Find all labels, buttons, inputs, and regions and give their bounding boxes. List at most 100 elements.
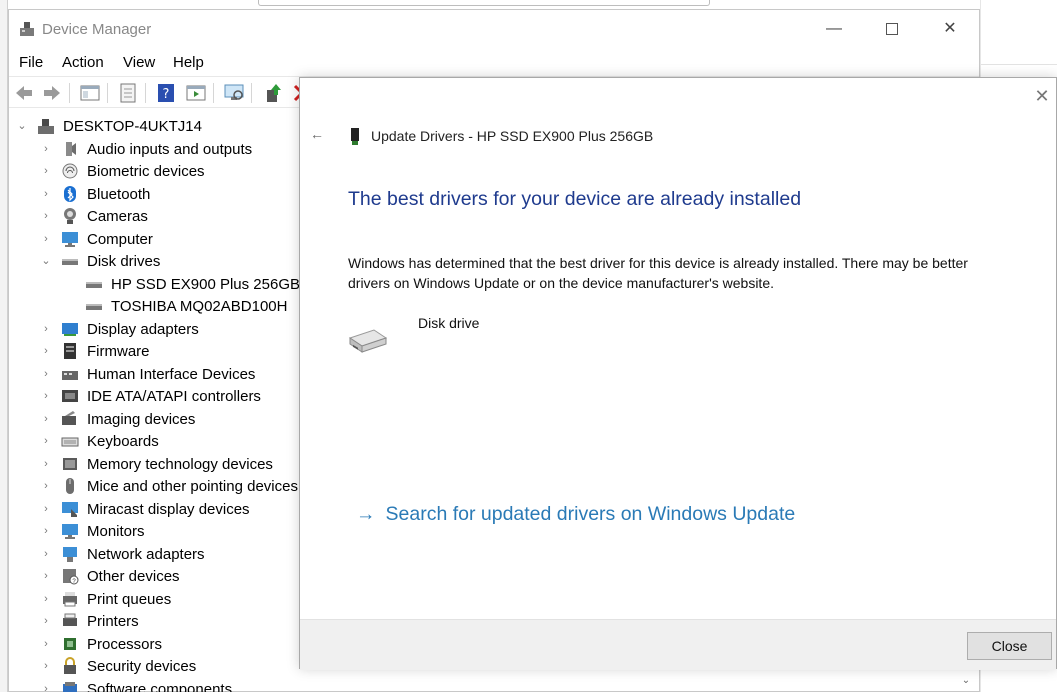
speaker-icon	[66, 141, 76, 156]
action-pane-icon[interactable]	[185, 82, 207, 104]
maximize-icon	[886, 22, 898, 35]
minimize-button[interactable]: —	[805, 10, 863, 50]
tree-category-label: Disk drives	[87, 253, 161, 270]
chevron-right-icon[interactable]: ›	[41, 498, 51, 520]
tree-category[interactable]: › Bluetooth	[9, 183, 309, 205]
tree-device-label: HP SSD EX900 Plus 256GB	[111, 275, 300, 293]
chevron-right-icon[interactable]: ›	[41, 228, 51, 250]
device-type-label: Disk drive	[418, 315, 480, 331]
forward-icon[interactable]	[41, 82, 63, 104]
print-queue-icon	[63, 591, 77, 606]
back-icon[interactable]	[13, 82, 35, 104]
tree-category[interactable]: › Imaging devices	[9, 408, 309, 430]
back-arrow-icon[interactable]: ←	[310, 126, 324, 142]
chevron-right-icon[interactable]: ›	[41, 408, 51, 430]
tree-category[interactable]: › Human Interface Devices	[9, 363, 309, 385]
tree-category[interactable]: › Cameras	[9, 205, 309, 227]
chevron-right-icon[interactable]: ›	[41, 520, 51, 542]
disk-drive-icon	[86, 281, 102, 288]
help-icon[interactable]: ?	[155, 82, 177, 104]
scroll-down-arrow[interactable]: ⌄	[959, 675, 973, 689]
tree-category[interactable]: › Memory technology devices	[9, 453, 309, 475]
tree-category[interactable]: › Network adapters	[9, 543, 309, 565]
chevron-down-icon[interactable]: ⌄	[41, 250, 51, 272]
chevron-right-icon[interactable]: ›	[41, 655, 51, 677]
tree-category[interactable]: › Computer	[9, 228, 309, 250]
disk-drive-icon	[348, 329, 388, 353]
tree-category-label: Memory technology devices	[87, 455, 273, 473]
chevron-right-icon[interactable]: ›	[41, 678, 51, 692]
chevron-right-icon[interactable]: ›	[41, 565, 51, 587]
toolbar-separator	[69, 83, 70, 103]
toolbar-separator	[107, 83, 108, 103]
tree-category[interactable]: › Monitors	[9, 520, 309, 542]
dialog-heading: The best drivers for your device are alr…	[348, 188, 802, 210]
tree-category[interactable]: › Security devices	[9, 655, 309, 677]
tree-category[interactable]: › Firmware	[9, 340, 309, 362]
mouse-icon	[66, 478, 74, 494]
chevron-right-icon[interactable]: ›	[41, 475, 51, 497]
menu-bar: File Action View Help	[9, 52, 979, 74]
disk-drive-icon	[86, 304, 102, 310]
tree-category[interactable]: › Miracast display devices	[9, 498, 309, 520]
tree-root-label: DESKTOP-4UKTJ14	[63, 118, 202, 135]
update-drivers-dialog: ✕ ← Update Drivers - HP SSD EX900 Plus 2…	[299, 77, 1057, 670]
scan-hardware-icon[interactable]	[223, 82, 245, 104]
keyboard-icon	[61, 437, 79, 447]
chevron-right-icon[interactable]: ›	[41, 205, 51, 227]
show-hide-console-tree-icon[interactable]	[79, 82, 101, 104]
tree-category[interactable]: › Mice and other pointing devices	[9, 475, 309, 497]
maximize-button[interactable]	[863, 10, 921, 50]
scanner-icon	[62, 410, 76, 425]
firmware-icon	[64, 343, 76, 359]
chevron-right-icon[interactable]: ›	[41, 453, 51, 475]
chevron-right-icon[interactable]: ›	[41, 363, 51, 385]
chevron-right-icon[interactable]: ›	[41, 318, 51, 340]
ide-controller-icon	[62, 390, 78, 402]
tree-category-label: Cameras	[87, 208, 148, 225]
tree-category[interactable]: › Printers	[9, 610, 309, 632]
tree-category[interactable]: › Biometric devices	[9, 160, 309, 182]
tree-category[interactable]: › Software components	[9, 678, 309, 692]
update-driver-icon[interactable]	[263, 82, 285, 104]
menu-file[interactable]: File	[19, 54, 43, 71]
tree-category[interactable]: ⌄ Disk drives	[9, 250, 309, 272]
chevron-down-icon[interactable]: ⌄	[17, 115, 27, 137]
title-bar[interactable]: Device Manager — ✕	[9, 10, 979, 50]
close-window-button[interactable]: ✕	[921, 10, 979, 50]
chevron-right-icon[interactable]: ›	[41, 183, 51, 205]
tree-category[interactable]: ›? Other devices	[9, 565, 309, 587]
tree-device[interactable]: HP SSD EX900 Plus 256GB	[9, 273, 309, 295]
menu-action[interactable]: Action	[62, 54, 104, 71]
ssd-device-icon	[351, 128, 359, 145]
chevron-right-icon[interactable]: ›	[41, 543, 51, 565]
search-windows-update-link[interactable]: → Search for updated drivers on Windows U…	[356, 503, 795, 526]
fingerprint-icon	[62, 163, 78, 179]
menu-help[interactable]: Help	[173, 54, 204, 71]
properties-icon[interactable]	[117, 82, 139, 104]
chevron-right-icon[interactable]: ›	[41, 588, 51, 610]
dialog-close-icon[interactable]: ✕	[1032, 86, 1052, 106]
tree-category[interactable]: › Display adapters	[9, 318, 309, 340]
tree-device[interactable]: TOSHIBA MQ02ABD100H	[9, 295, 309, 317]
chevron-right-icon[interactable]: ›	[41, 160, 51, 182]
tree-category[interactable]: › Print queues	[9, 588, 309, 610]
chevron-right-icon[interactable]: ›	[41, 610, 51, 632]
software-component-icon	[63, 681, 77, 692]
close-button[interactable]: Close	[967, 632, 1052, 660]
chevron-right-icon[interactable]: ›	[41, 138, 51, 160]
tree-category[interactable]: › Audio inputs and outputs	[9, 138, 309, 160]
chevron-right-icon[interactable]: ›	[41, 385, 51, 407]
background-window-edge	[0, 0, 8, 692]
chevron-right-icon[interactable]: ›	[41, 340, 51, 362]
memory-card-icon	[63, 457, 77, 470]
tree-category[interactable]: › Processors	[9, 633, 309, 655]
arrow-right-icon: →	[356, 503, 376, 525]
chevron-right-icon[interactable]: ›	[41, 633, 51, 655]
tree-category[interactable]: › Keyboards	[9, 430, 309, 452]
menu-view[interactable]: View	[123, 54, 155, 71]
chevron-right-icon[interactable]: ›	[41, 430, 51, 452]
tree-root[interactable]: ⌄ DESKTOP-4UKTJ14	[9, 115, 309, 137]
tree-category[interactable]: › IDE ATA/ATAPI controllers	[9, 385, 309, 407]
computer-root-icon	[38, 119, 54, 134]
